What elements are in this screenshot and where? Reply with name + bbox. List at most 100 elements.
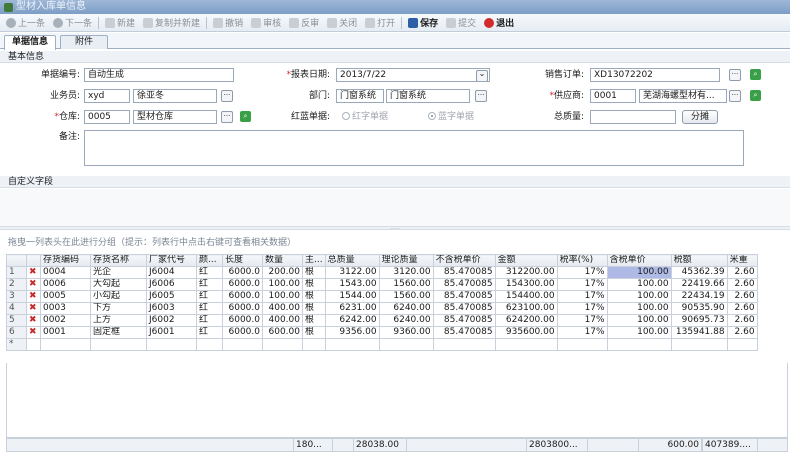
col-header-quantity[interactable]: 数量: [262, 254, 303, 267]
salesman-name-field[interactable]: 徐亚冬: [133, 89, 217, 103]
delete-row-icon[interactable]: ✖: [29, 304, 37, 314]
grid-cell[interactable]: 100.00: [606, 302, 672, 315]
grid-cell[interactable]: 红: [196, 326, 223, 339]
grid-cell[interactable]: 85.470085: [432, 326, 496, 339]
sales-order-browse-button[interactable]: ···: [729, 69, 741, 81]
grid-cell[interactable]: 0005: [40, 290, 91, 303]
grid-cell[interactable]: 85.470085: [432, 290, 496, 303]
grid-cell[interactable]: 85.470085: [432, 278, 496, 291]
col-header-unit[interactable]: 主...: [302, 254, 326, 267]
grid-cell[interactable]: 85.470085: [432, 314, 496, 327]
grid-cell[interactable]: 90695.73: [670, 314, 728, 327]
blue-doc-radio[interactable]: 蓝字单据: [428, 110, 474, 124]
grid-cell[interactable]: 固定框: [90, 326, 147, 339]
open-doc-button[interactable]: 打开: [361, 15, 399, 31]
approve-button[interactable]: 审核: [247, 15, 285, 31]
grid-cell[interactable]: J6006: [146, 278, 197, 291]
warehouse-browse-button[interactable]: ···: [221, 111, 233, 123]
grid-cell[interactable]: 9360.00: [378, 326, 434, 339]
grid-cell[interactable]: 6000.0: [222, 314, 263, 327]
row-number-cell[interactable]: 1: [6, 266, 27, 279]
new-button[interactable]: 新建: [101, 15, 139, 31]
warehouse-search-icon[interactable]: ⌕: [240, 111, 251, 122]
col-header-rownum[interactable]: [6, 254, 27, 267]
grid-cell[interactable]: 大勾起: [90, 278, 147, 291]
grid-cell[interactable]: 根: [302, 290, 326, 303]
warehouse-name-field[interactable]: 型材仓库: [133, 110, 217, 124]
department-name-field[interactable]: 门窗系统: [386, 89, 470, 103]
remark-textarea[interactable]: [84, 130, 744, 166]
col-header-tax-rate[interactable]: 税率(%): [556, 254, 608, 267]
col-header-total-weight[interactable]: 总质量: [324, 254, 380, 267]
split-button[interactable]: 分摊: [682, 110, 718, 124]
grid-cell[interactable]: 下方: [90, 302, 147, 315]
grid-cell[interactable]: 100.00: [606, 278, 672, 291]
sales-order-search-icon[interactable]: ⌕: [750, 69, 761, 80]
grid-cell[interactable]: [196, 338, 223, 351]
salesman-code-field[interactable]: xyd: [84, 89, 130, 103]
grid-cell[interactable]: 100.00: [606, 266, 672, 279]
unapprove-button[interactable]: 反审: [285, 15, 323, 31]
grid-cell[interactable]: 0001: [40, 326, 91, 339]
grid-cell[interactable]: 6000.0: [222, 266, 263, 279]
delete-row-icon[interactable]: ✖: [29, 292, 37, 302]
department-browse-button[interactable]: ···: [475, 90, 487, 102]
grid-cell[interactable]: [90, 338, 147, 351]
warehouse-code-field[interactable]: 0005: [84, 110, 130, 124]
save-button[interactable]: 保存: [404, 15, 442, 31]
grid-cell[interactable]: 22419.66: [670, 278, 728, 291]
grid-cell[interactable]: 100.00: [606, 290, 672, 303]
grid-cell[interactable]: 3120.00: [378, 266, 434, 279]
grid-cell[interactable]: 600.00: [262, 326, 303, 339]
grid-cell[interactable]: 9356.00: [324, 326, 380, 339]
grid-cell[interactable]: 6000.0: [222, 290, 263, 303]
row-number-cell[interactable]: 6: [6, 326, 27, 339]
grid-cell[interactable]: 90535.90: [670, 302, 728, 315]
red-doc-radio[interactable]: 红字单据: [342, 110, 388, 124]
table-row[interactable]: 4 ✖ 0003 下方 J6003 红 6000.0 400.00 根 6231.00 6240.0…: [6, 302, 758, 315]
doc-no-field[interactable]: 自动生成: [84, 68, 234, 82]
grid-cell[interactable]: 小勾起: [90, 290, 147, 303]
supplier-code-field[interactable]: 0001: [590, 89, 636, 103]
grid-cell[interactable]: [26, 338, 41, 351]
grid-cell[interactable]: 624200.00: [494, 314, 558, 327]
grid-cell[interactable]: 85.470085: [432, 302, 496, 315]
grid-cell[interactable]: 红: [196, 302, 223, 315]
grid-cell[interactable]: 100.00: [606, 314, 672, 327]
grid-cell[interactable]: 135941.88: [670, 326, 728, 339]
grid-cell[interactable]: 2.60: [726, 290, 758, 303]
grid-cell[interactable]: J6002: [146, 314, 197, 327]
col-header-taxed-price[interactable]: 含税单价: [606, 254, 672, 267]
col-header-untaxed-price[interactable]: 不含税单价: [432, 254, 496, 267]
grid-cell[interactable]: [556, 338, 608, 351]
grid-cell[interactable]: [378, 338, 434, 351]
col-header-meter-weight[interactable]: 米重: [726, 254, 758, 267]
grid-cell[interactable]: 1560.00: [378, 278, 434, 291]
grid-cell[interactable]: 红: [196, 266, 223, 279]
prev-record-button[interactable]: 上一条: [2, 15, 49, 31]
exit-button[interactable]: 退出: [480, 15, 518, 31]
grid-cell[interactable]: 17%: [556, 326, 608, 339]
delete-row-cell[interactable]: ✖: [26, 314, 41, 327]
sales-order-field[interactable]: XD13072202: [590, 68, 720, 82]
grid-cell[interactable]: 17%: [556, 302, 608, 315]
grid-cell[interactable]: 6231.00: [324, 302, 380, 315]
copy-new-button[interactable]: 复制并新建: [139, 15, 204, 31]
delete-row-icon[interactable]: ✖: [29, 268, 37, 278]
delete-row-cell[interactable]: ✖: [26, 302, 41, 315]
grid-cell[interactable]: 1544.00: [324, 290, 380, 303]
grid-cell[interactable]: J6005: [146, 290, 197, 303]
delete-row-cell[interactable]: ✖: [26, 266, 41, 279]
report-date-picker[interactable]: 2013/7/22: [336, 68, 490, 82]
table-row[interactable]: 5 ✖ 0002 上方 J6002 红 6000.0 400.00 根 6242.00 6240.0…: [6, 314, 758, 327]
grid-cell[interactable]: [670, 338, 728, 351]
grid-cell[interactable]: 根: [302, 302, 326, 315]
grid-cell[interactable]: [324, 338, 380, 351]
grid-cell[interactable]: [606, 338, 672, 351]
delete-row-icon[interactable]: ✖: [29, 316, 37, 326]
grid-cell[interactable]: 312200.00: [494, 266, 558, 279]
grid-cell[interactable]: [726, 338, 758, 351]
grid-cell[interactable]: 2.60: [726, 266, 758, 279]
grid-cell[interactable]: 6000.0: [222, 278, 263, 291]
grid-cell[interactable]: 1560.00: [378, 290, 434, 303]
